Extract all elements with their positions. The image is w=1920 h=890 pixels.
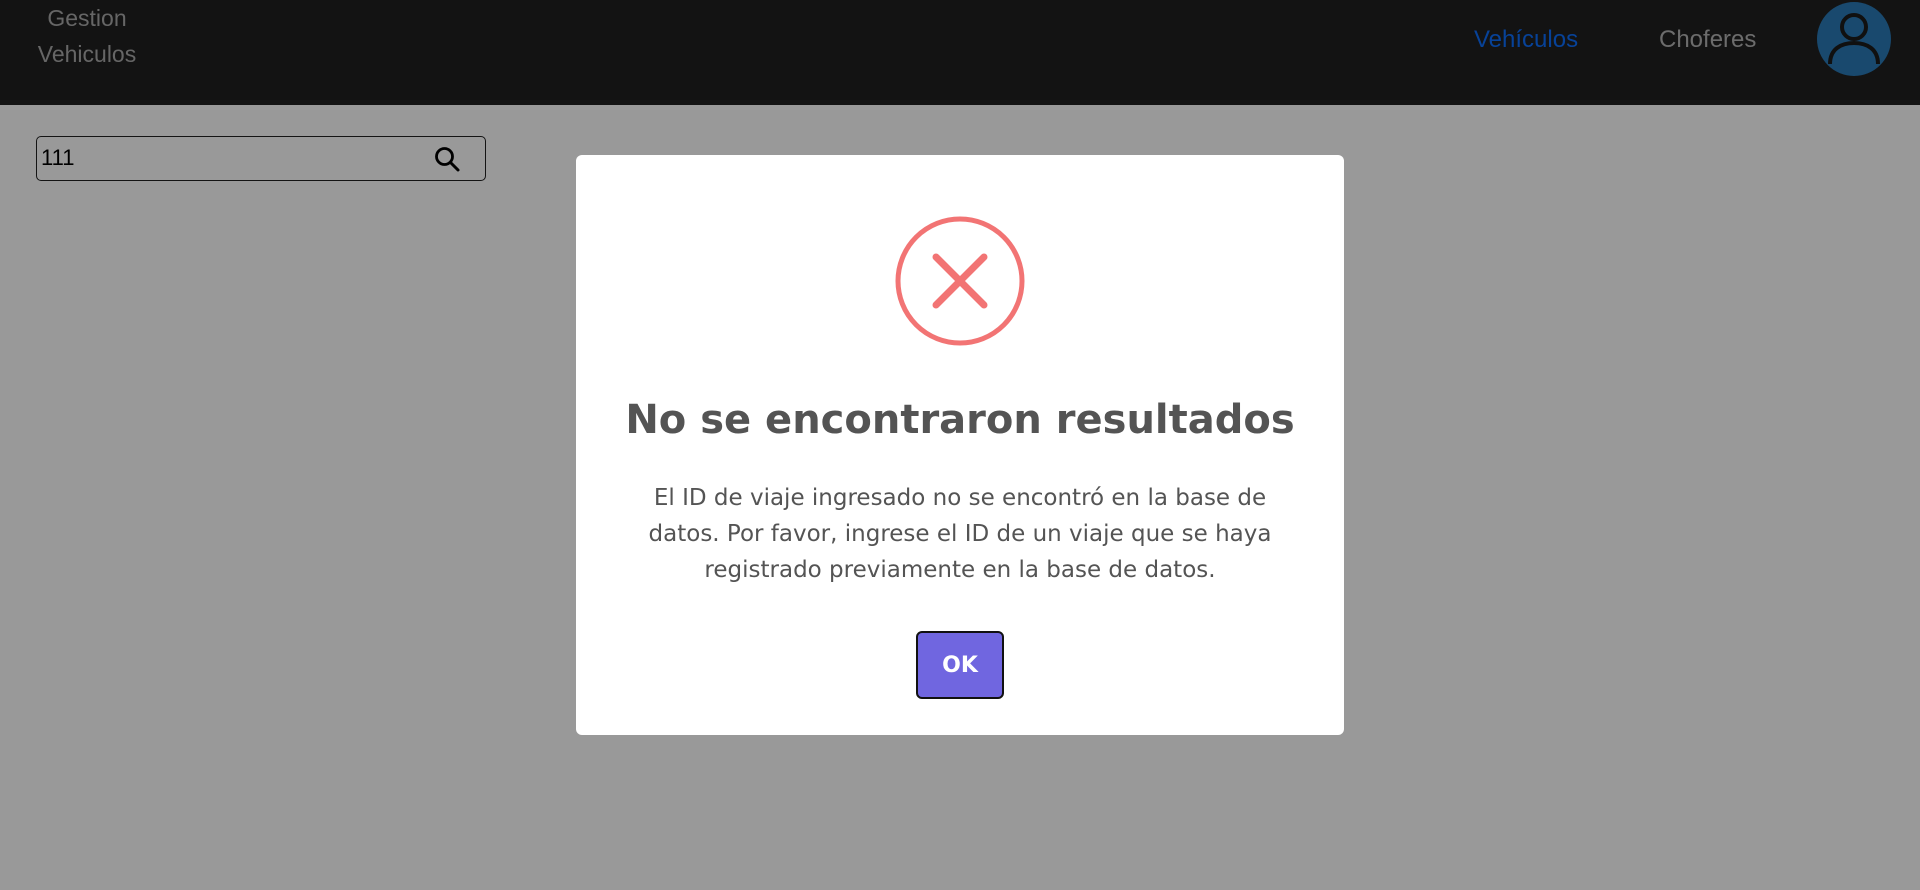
dialog-title: No se encontraron resultados (625, 397, 1295, 443)
ok-button[interactable]: OK (916, 631, 1004, 699)
error-dialog: No se encontraron resultados El ID de vi… (576, 155, 1344, 735)
error-x-icon (894, 215, 1026, 347)
dialog-message: El ID de viaje ingresado no se encontró … (648, 485, 1272, 583)
